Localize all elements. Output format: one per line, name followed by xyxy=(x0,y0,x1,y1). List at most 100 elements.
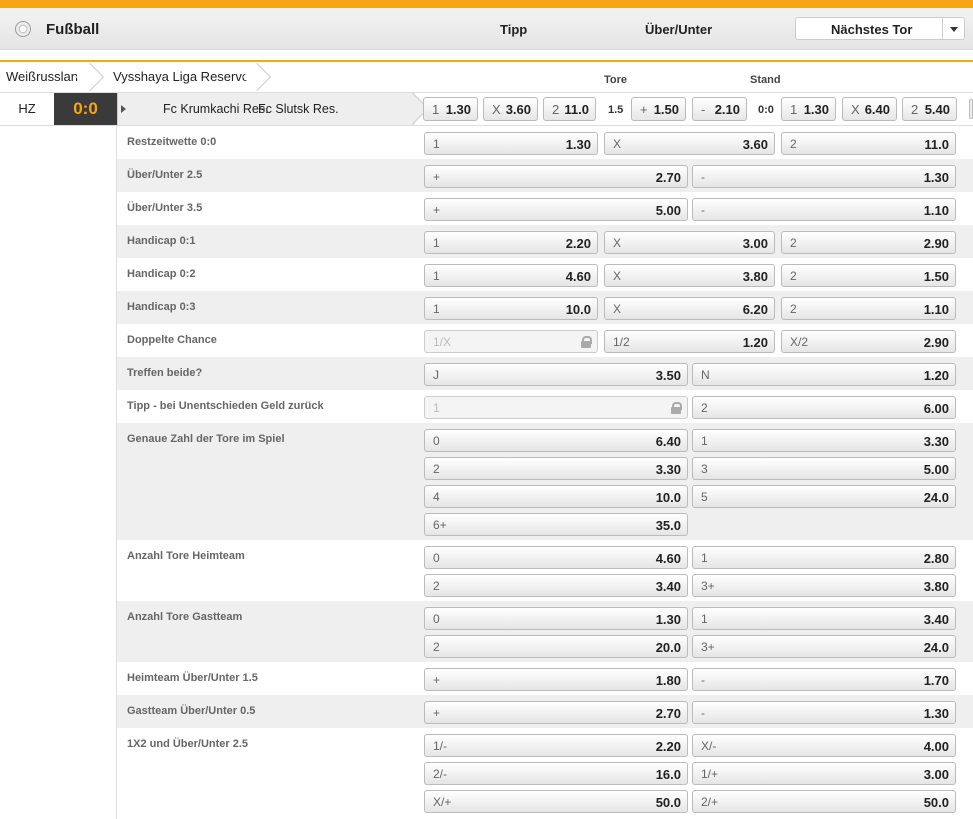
market-row: Über/Unter 3.5 +5.00-1.10 xyxy=(117,192,973,225)
market-name: Heimteam Über/Unter 1.5 xyxy=(127,672,258,684)
odds-label: - xyxy=(701,170,705,184)
odds-value: 3.30 xyxy=(923,434,949,449)
divider xyxy=(0,60,973,62)
odds-button[interactable]: +2.70 xyxy=(424,165,688,188)
odds-button[interactable]: N 1.20 xyxy=(692,363,956,386)
event-teams[interactable]: Fc Krumkachi Res. Fc Slutsk Res. xyxy=(117,93,415,125)
market-row: Genaue Zahl der Tore im Spiel 0 6.40 1 3.30 2… xyxy=(117,423,973,540)
odds-label: 1 xyxy=(790,102,798,117)
odds-button[interactable]: 2 1.10 xyxy=(781,297,956,320)
odds-button[interactable]: +5.00 xyxy=(424,198,688,221)
odds-button[interactable]: 4 10.0 xyxy=(424,485,688,508)
market-name: Anzahl Tore Heimteam xyxy=(127,550,245,562)
odds-button[interactable]: 2/+ 50.0 xyxy=(692,790,956,813)
breadcrumb-separator xyxy=(86,63,100,91)
odds-button[interactable]: 6+ 35.0 xyxy=(424,513,688,536)
odds-button[interactable]: 1/- 2.20 xyxy=(424,734,688,757)
breadcrumb-league[interactable]: Vysshaya Liga Reserve xyxy=(113,63,249,91)
odds-button[interactable]: 1 10.0 xyxy=(424,297,598,320)
away-team: Fc Slutsk Res. xyxy=(258,102,339,116)
odds-button[interactable]: X 3.60 xyxy=(483,97,538,121)
sport-title: Fußball xyxy=(46,21,100,38)
odds-button[interactable]: 0 6.40 xyxy=(424,429,688,452)
odds-label: 1/X xyxy=(433,335,452,349)
odds-button[interactable]: 1 4.60 xyxy=(424,264,598,287)
odds-button[interactable]: 2 3.40 xyxy=(424,574,688,597)
odds-value: 1.50 xyxy=(923,269,949,284)
odds-button[interactable]: 2 3.30 xyxy=(424,457,688,480)
odds-label: 1 xyxy=(432,102,440,117)
odds-label: - xyxy=(701,673,705,687)
odds-button[interactable]: 1/2 1.20 xyxy=(604,330,775,353)
odds-button[interactable]: +1.50 xyxy=(631,97,686,121)
market-select[interactable]: Nächstes Tor xyxy=(795,17,965,40)
odds-button[interactable]: X 3.00 xyxy=(604,231,775,254)
odds-button[interactable]: 1 1.30 xyxy=(424,132,598,155)
expand-arrow-icon[interactable] xyxy=(121,105,130,113)
scrollbar[interactable] xyxy=(969,99,973,119)
odds-label: N xyxy=(701,368,710,382)
odds-label: 2 xyxy=(790,269,797,283)
odds-button[interactable]: +2.70 xyxy=(424,701,688,724)
breadcrumb-country[interactable]: Weißrussland xyxy=(6,63,85,91)
odds-button[interactable]: X/2 2.90 xyxy=(781,330,956,353)
odds-button[interactable]: 1 2.80 xyxy=(692,546,956,569)
odds-button[interactable]: 3+ 24.0 xyxy=(692,635,956,658)
odds-button[interactable]: 2 6.00 xyxy=(692,396,956,419)
market-row: Über/Unter 2.5 +2.70-1.30 xyxy=(117,159,973,192)
odds-button[interactable]: 0 1.30 xyxy=(424,607,688,630)
odds-button[interactable]: 2 20.0 xyxy=(424,635,688,658)
odds-button[interactable]: 3+ 3.80 xyxy=(692,574,956,597)
odds-button[interactable]: -2.10 xyxy=(692,97,747,121)
odds-value: 1.70 xyxy=(923,673,949,688)
odds-button[interactable]: 2 2.90 xyxy=(781,231,956,254)
odds-button[interactable]: 2 1.50 xyxy=(781,264,956,287)
odds-label: 6+ xyxy=(433,518,447,532)
odds-button[interactable]: 1/+ 3.00 xyxy=(692,762,956,785)
odds-label: - xyxy=(701,203,705,217)
odds-button[interactable]: X/+ 50.0 xyxy=(424,790,688,813)
odds-button[interactable]: +1.80 xyxy=(424,668,688,691)
odds-button: 1/X xyxy=(424,330,598,353)
odds-button[interactable]: 0 4.60 xyxy=(424,546,688,569)
odds-button[interactable]: 5 24.0 xyxy=(692,485,956,508)
odds-button[interactable]: 2 11.0 xyxy=(543,97,596,121)
football-icon xyxy=(15,21,31,37)
odds-button[interactable]: 1 3.40 xyxy=(692,607,956,630)
odds-button[interactable]: - 1.30 xyxy=(692,701,956,724)
odds-label: + xyxy=(640,102,648,117)
odds-button[interactable]: X 3.80 xyxy=(604,264,775,287)
odds-button[interactable]: - 1.70 xyxy=(692,668,956,691)
odds-button[interactable]: 1 2.20 xyxy=(424,231,598,254)
sport-header: Fußball Tipp Über/Unter Nächstes Tor xyxy=(0,8,973,50)
odds-label: 2 xyxy=(433,462,440,476)
odds-button[interactable]: J 3.50 xyxy=(424,363,688,386)
odds-button[interactable]: 1 1.30 xyxy=(781,97,836,121)
odds-button[interactable]: 1 1.30 xyxy=(423,97,478,121)
odds-button[interactable]: X 6.20 xyxy=(604,297,775,320)
odds-label: 2 xyxy=(433,640,440,654)
odds-value: 2.70 xyxy=(655,170,681,185)
odds-label: 2 xyxy=(433,579,440,593)
odds-button[interactable]: X 6.40 xyxy=(842,97,897,121)
odds-button[interactable]: X 3.60 xyxy=(604,132,775,155)
odds-label: 5 xyxy=(701,490,708,504)
market-row: 1X2 und Über/Unter 2.5 1/- 2.20 X/- 4.00 2/- 1… xyxy=(117,728,973,815)
chevron-down-icon[interactable] xyxy=(942,18,965,39)
market-name: Genaue Zahl der Tore im Spiel xyxy=(127,433,285,445)
odds-label: J xyxy=(433,368,439,382)
odds-button[interactable]: X/- 4.00 xyxy=(692,734,956,757)
odds-button[interactable]: 2 5.40 xyxy=(902,97,957,121)
odds-button[interactable]: 3 5.00 xyxy=(692,457,956,480)
market-row: Tipp - bei Unentschieden Geld zurück 1 2 6.… xyxy=(117,390,973,423)
odds-label: 2 xyxy=(790,236,797,250)
odds-label: 2 xyxy=(552,102,560,117)
odds-button[interactable]: - 1.30 xyxy=(692,165,956,188)
odds-button[interactable]: - 1.10 xyxy=(692,198,956,221)
odds-button[interactable]: 1 3.30 xyxy=(692,429,956,452)
odds-button[interactable]: 2/- 16.0 xyxy=(424,762,688,785)
odds-label: 2 xyxy=(790,137,797,151)
odds-label: 2/+ xyxy=(701,795,719,809)
column-tore-label: Tore xyxy=(604,74,628,86)
odds-button[interactable]: 2 11.0 xyxy=(781,132,956,155)
